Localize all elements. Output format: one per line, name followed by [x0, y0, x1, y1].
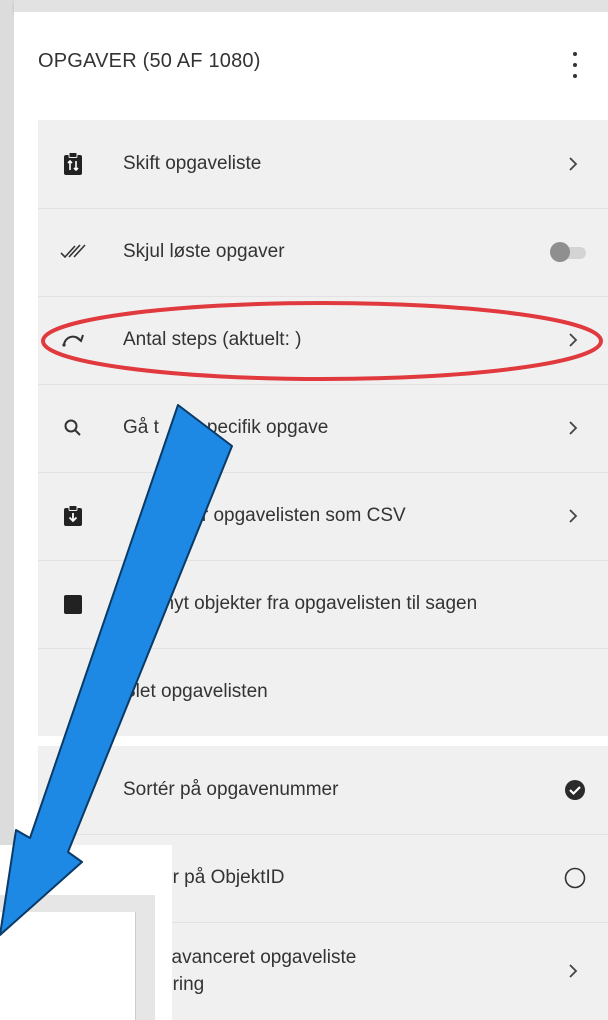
- menu-item-label: Sortér på opgavenummer: [123, 779, 339, 800]
- chevron-right-icon: [569, 421, 578, 435]
- search-icon: [60, 415, 86, 441]
- link-object-icon: [60, 591, 86, 617]
- section-divider: [38, 736, 608, 746]
- menu-item-label: Skift opgaveliste: [123, 153, 262, 174]
- menu-item-label: Gå t pecifik opgave: [123, 417, 329, 438]
- menu-item-label: Skjul løste opgaver: [123, 241, 285, 262]
- clipboard-download-icon: [60, 503, 86, 529]
- radio-checked-icon[interactable]: [564, 779, 586, 801]
- menu-item-goto-task[interactable]: Gå t pecifik opgave: [38, 384, 608, 473]
- menu-item-switch-list[interactable]: Skift opgaveliste: [38, 120, 608, 209]
- menu-item-label: knyt objekter fra opgavelisten til sagen: [154, 593, 478, 614]
- kebab-menu-icon[interactable]: [570, 52, 580, 78]
- menu-item-label: l avanceret opgaveliste ering: [162, 947, 357, 995]
- delete-icon: [60, 679, 86, 705]
- menu-item-step-count[interactable]: Antal steps (aktuelt: ): [38, 296, 608, 385]
- menu-item-link-objects[interactable]: knyt objekter fra opgavelisten til sagen: [38, 560, 608, 649]
- menu-item-label: ter opgavelisten som CSV: [186, 505, 406, 526]
- menu-item-export-csv[interactable]: ter opgavelisten som CSV: [38, 472, 608, 561]
- menu-item-hide-solved: Skjul løste opgaver: [38, 208, 608, 297]
- clipboard-swap-icon: [60, 151, 86, 177]
- panel-header: OPGAVER (50 AF 1080): [38, 46, 598, 86]
- menu-item-delete-list[interactable]: Slet opgavelisten: [38, 648, 608, 737]
- menu-item-label: Antal steps (aktuelt: ): [123, 329, 302, 350]
- chevron-right-icon: [569, 509, 578, 523]
- chevron-right-icon: [569, 964, 578, 978]
- sort-icon: [48, 777, 74, 803]
- double-check-icon: [60, 239, 86, 265]
- radio-unchecked-icon[interactable]: [564, 867, 586, 889]
- menu-item-label: Slet opgavelisten: [123, 681, 268, 702]
- menu-item-label: ér på ObjektID: [162, 867, 285, 888]
- panel-title: OPGAVER (50 AF 1080): [38, 50, 261, 72]
- overlay-panel-card: [0, 912, 136, 1020]
- sort-option-task-number[interactable]: Sortér på opgavenummer: [38, 746, 608, 835]
- chevron-right-icon: [569, 157, 578, 171]
- chevron-right-icon: [569, 333, 578, 347]
- step-arc-icon: [60, 327, 86, 353]
- hide-solved-toggle[interactable]: [550, 242, 590, 262]
- top-bar: [14, 0, 608, 12]
